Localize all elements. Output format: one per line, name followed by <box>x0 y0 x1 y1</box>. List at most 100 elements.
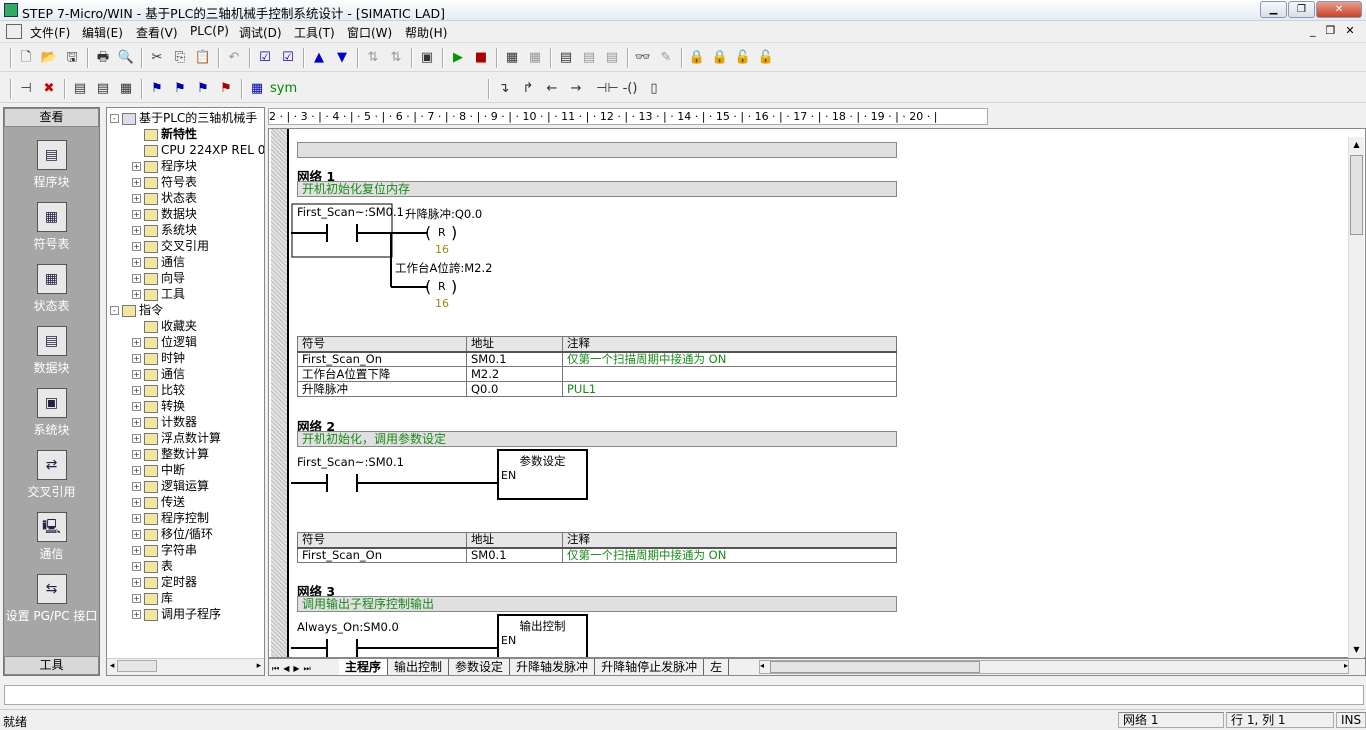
bookmark-icon[interactable]: ⚑ <box>147 79 167 99</box>
tree-item[interactable]: + 库 <box>110 590 264 606</box>
right-line-icon[interactable]: → <box>566 79 586 99</box>
tree-item[interactable]: + 向导 <box>110 270 264 286</box>
menu-item[interactable]: 窗口(W) <box>347 24 392 41</box>
unforce-icon[interactable]: ✎ <box>656 48 676 68</box>
program-status-icon[interactable]: ▦ <box>502 48 522 68</box>
menu-item[interactable]: 工具(T) <box>294 24 335 41</box>
tree-item[interactable]: + 交叉引用 <box>110 238 264 254</box>
options-icon[interactable]: ▣ <box>417 48 437 68</box>
nav-item[interactable]: ▦ 状态表 <box>4 264 99 324</box>
run-icon[interactable]: ▶ <box>448 48 468 68</box>
compile-icon[interactable]: ☑ <box>255 48 275 68</box>
tree-item[interactable]: + 比较 <box>110 382 264 398</box>
menu-item[interactable]: 帮助(H) <box>405 24 447 41</box>
undo-icon[interactable]: ↶ <box>224 48 244 68</box>
tree-item[interactable]: + 通信 <box>110 366 264 382</box>
editor-horizontal-scrollbar[interactable]: ◂ ▸ <box>759 660 1349 674</box>
tab-pou[interactable]: 左 <box>704 659 730 675</box>
tree-item[interactable]: + 通信 <box>110 254 264 270</box>
menu-item[interactable]: 编辑(E) <box>82 24 123 41</box>
menu-item[interactable]: PLC(P) <box>190 24 229 38</box>
print-preview-icon[interactable]: 🔍 <box>116 48 136 68</box>
nav-item[interactable]: ▤ 程序块 <box>4 140 99 200</box>
tab-scroll-buttons[interactable]: ⏮◀▶⏭ <box>269 664 339 674</box>
nav-item[interactable]: ⇄ 交叉引用 <box>4 450 99 510</box>
menu-item[interactable]: 查看(V) <box>136 24 178 41</box>
close-button[interactable]: ✕ <box>1316 1 1362 18</box>
tree-item[interactable]: + 逻辑运算 <box>110 478 264 494</box>
read-all-icon[interactable]: 🔓 <box>733 48 753 68</box>
force-icon[interactable]: 👓 <box>633 48 653 68</box>
tree-item[interactable]: + 移位/循环 <box>110 526 264 542</box>
stop-icon[interactable]: ■ <box>471 48 491 68</box>
nav-item[interactable]: ▦ 符号表 <box>4 202 99 262</box>
maximize-button[interactable]: ❐ <box>1288 1 1315 18</box>
sort-desc-icon[interactable]: ⇅ <box>386 48 406 68</box>
cut-icon[interactable]: ✂ <box>147 48 167 68</box>
chart-icon[interactable]: ▤ <box>579 48 599 68</box>
compile-all-icon[interactable]: ☑ <box>278 48 298 68</box>
download-icon[interactable]: ▼ <box>332 48 352 68</box>
contact-icon[interactable]: ⊣⊢ <box>596 79 619 99</box>
save-all-icon[interactable]: 🖫 <box>62 48 82 68</box>
ladder-editor[interactable]: 网络 1 开机初始化复位内存 First_Scan~:SM0.1 升降脉冲:Q0.0(… <box>268 128 1366 658</box>
tree-horizontal-scrollbar[interactable]: ◂ ▸ <box>107 658 264 675</box>
down-line-icon[interactable]: ↴ <box>494 79 514 99</box>
tab-pou[interactable]: 升降轴发脉冲 <box>510 659 596 675</box>
menu-item[interactable]: 文件(F) <box>30 24 70 41</box>
tree-item[interactable]: + 字符串 <box>110 542 264 558</box>
lock-icon[interactable]: 🔒 <box>687 48 707 68</box>
tree-item[interactable]: + 符号表 <box>110 174 264 190</box>
tree-item[interactable]: + 程序块 <box>110 158 264 174</box>
delete-network-icon[interactable]: ✖ <box>39 79 59 99</box>
tab-pou[interactable]: 参数设定 <box>449 659 511 675</box>
upload-icon[interactable]: ▲ <box>309 48 329 68</box>
paste-icon[interactable]: 📋 <box>193 48 213 68</box>
symbol-info-icon[interactable]: ▦ <box>247 79 267 99</box>
tree-item[interactable]: + 时钟 <box>110 350 264 366</box>
tree-item[interactable]: + 定时器 <box>110 574 264 590</box>
nav-item[interactable]: ▣ 系统块 <box>4 388 99 448</box>
sort-asc-icon[interactable]: ⇅ <box>363 48 383 68</box>
left-line-icon[interactable]: ← <box>542 79 562 99</box>
tree-item[interactable]: + 传送 <box>110 494 264 510</box>
nav-footer-tools[interactable]: 工具 <box>4 656 99 675</box>
trend-icon[interactable]: ▤ <box>556 48 576 68</box>
print-icon[interactable]: 🖶 <box>93 48 113 68</box>
tree-item[interactable]: + 工具 <box>110 286 264 302</box>
scroll-thumb[interactable] <box>1350 155 1363 235</box>
status-table-icon[interactable]: ▦ <box>525 48 545 68</box>
tree-item[interactable]: - 指令 <box>110 302 264 318</box>
tree-item[interactable]: + 中断 <box>110 462 264 478</box>
nav-item[interactable]: ⇆ 设置 PG/PC 接口 <box>4 574 99 634</box>
up-line-icon[interactable]: ↱ <box>518 79 538 99</box>
tree-item[interactable]: + 计数器 <box>110 414 264 430</box>
unlock-icon[interactable]: 🔒 <box>710 48 730 68</box>
nav-item[interactable]: 🖳 通信 <box>4 512 99 572</box>
tree-item[interactable]: + 转换 <box>110 398 264 414</box>
minimize-button[interactable]: ▁ <box>1260 1 1287 18</box>
tree-item[interactable]: + 整数计算 <box>110 446 264 462</box>
insert-network-icon[interactable]: ⊣ <box>16 79 36 99</box>
symbolic-addressing-icon[interactable]: sym <box>270 79 297 99</box>
single-read-icon[interactable]: ▤ <box>602 48 622 68</box>
nav-header-view[interactable]: 查看 <box>4 108 99 127</box>
tree-item[interactable]: + 程序控制 <box>110 510 264 526</box>
tree-item[interactable]: + 浮点数计算 <box>110 430 264 446</box>
menu-item[interactable]: 调试(D) <box>239 24 282 41</box>
open-icon[interactable]: 📂 <box>39 48 59 68</box>
copy-icon[interactable]: ⎘ <box>170 48 190 68</box>
toggle-comment-icon[interactable]: ▤ <box>93 79 113 99</box>
tree-item[interactable]: + 调用子程序 <box>110 606 264 622</box>
nav-item[interactable]: ▤ 数据块 <box>4 326 99 386</box>
next-bookmark-icon[interactable]: ⚑ <box>170 79 190 99</box>
tree-item[interactable]: + 位逻辑 <box>110 334 264 350</box>
coil-icon[interactable]: -() <box>620 79 640 99</box>
tree-item[interactable]: 新特性 <box>110 126 264 142</box>
write-all-icon[interactable]: 🔓 <box>756 48 776 68</box>
mdi-window-controls[interactable]: _❐✕ <box>1310 24 1365 37</box>
editor-vertical-scrollbar[interactable]: ▲ ▼ <box>1348 137 1364 658</box>
tab-pou[interactable]: 输出控制 <box>388 659 450 675</box>
prev-bookmark-icon[interactable]: ⚑ <box>193 79 213 99</box>
output-field[interactable] <box>4 685 1364 705</box>
